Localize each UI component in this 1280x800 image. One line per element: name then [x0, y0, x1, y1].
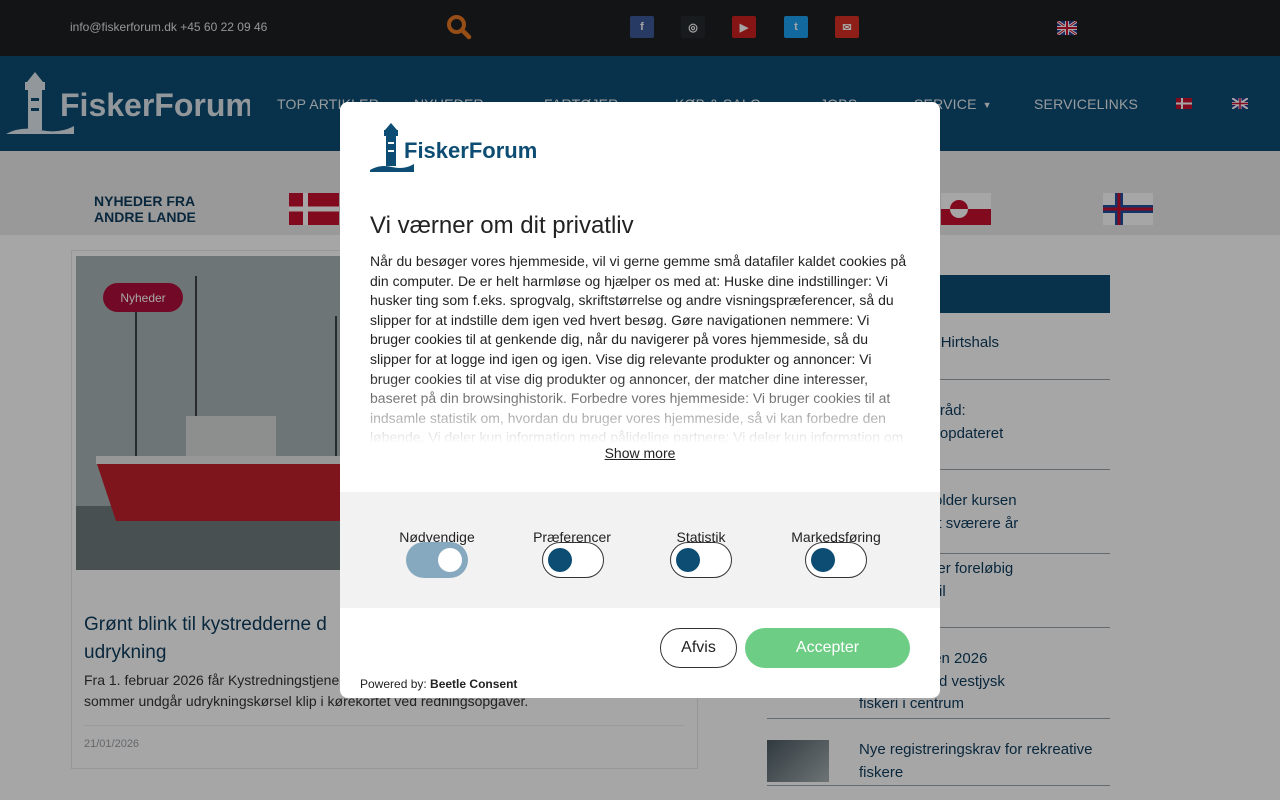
toggle-necessary[interactable]	[406, 542, 468, 578]
powered-by-prefix: Powered by:	[360, 677, 427, 691]
powered-by: Powered by: Beetle Consent	[360, 677, 517, 691]
toggle-knob	[676, 548, 700, 572]
toggle-statistics[interactable]	[670, 542, 732, 578]
toggle-preferences[interactable]	[542, 542, 604, 578]
consent-logo: FiskerForum	[370, 123, 537, 172]
reject-button[interactable]: Afvis	[660, 628, 737, 668]
consent-logo-text: FiskerForum	[404, 138, 537, 163]
toggle-knob	[548, 548, 572, 572]
toggle-marketing[interactable]	[805, 542, 867, 578]
toggle-knob	[438, 548, 462, 572]
powered-by-brand[interactable]: Beetle Consent	[430, 677, 517, 691]
show-more-link[interactable]: Show more	[340, 445, 940, 461]
consent-title: Vi værner om dit privatliv	[370, 212, 634, 239]
toggle-knob	[811, 548, 835, 572]
consent-toggles-panel: Nødvendige Præferencer Statistik Markeds…	[340, 492, 940, 608]
cookie-consent-dialog: FiskerForum Vi værner om dit privatliv N…	[340, 102, 940, 698]
accept-button[interactable]: Accepter	[745, 628, 910, 668]
